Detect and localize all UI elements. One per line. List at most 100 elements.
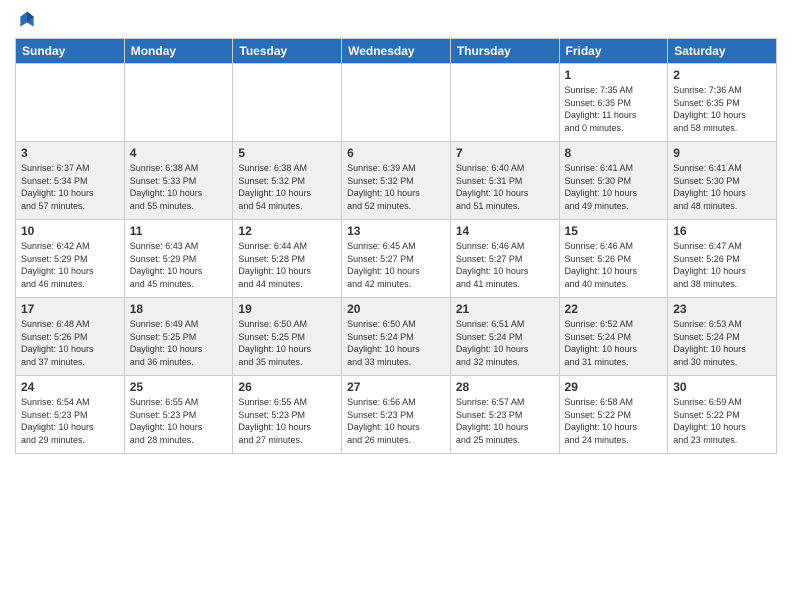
day-info: Sunrise: 6:58 AM Sunset: 5:22 PM Dayligh… xyxy=(565,396,663,446)
day-info: Sunrise: 6:50 AM Sunset: 5:25 PM Dayligh… xyxy=(238,318,336,368)
day-info: Sunrise: 6:41 AM Sunset: 5:30 PM Dayligh… xyxy=(673,162,771,212)
calendar-cell: 30Sunrise: 6:59 AM Sunset: 5:22 PM Dayli… xyxy=(668,376,777,454)
day-number: 28 xyxy=(456,380,554,394)
day-info: Sunrise: 6:39 AM Sunset: 5:32 PM Dayligh… xyxy=(347,162,445,212)
calendar-cell: 7Sunrise: 6:40 AM Sunset: 5:31 PM Daylig… xyxy=(450,142,559,220)
day-info: Sunrise: 6:52 AM Sunset: 5:24 PM Dayligh… xyxy=(565,318,663,368)
day-info: Sunrise: 6:43 AM Sunset: 5:29 PM Dayligh… xyxy=(130,240,228,290)
logo xyxy=(15,10,37,30)
calendar-cell: 14Sunrise: 6:46 AM Sunset: 5:27 PM Dayli… xyxy=(450,220,559,298)
calendar-cell: 26 Sunrise: 6:55 AM Sunset: 5:23 PM Dayli… xyxy=(233,376,342,454)
day-number: 22 xyxy=(565,302,663,316)
calendar-table: SundayMondayTuesdayWednesdayThursdayFrid… xyxy=(15,38,777,454)
calendar-cell: 22 Sunrise: 6:52 AM Sunset: 5:24 PM Dayli… xyxy=(559,298,668,376)
day-number: 15 xyxy=(565,224,663,238)
day-number: 1 xyxy=(565,68,663,82)
day-number: 10 xyxy=(21,224,119,238)
calendar-cell: 23 Sunrise: 6:53 AM Sunset: 5:24 PM Dayli… xyxy=(668,298,777,376)
calendar-cell: 12Sunrise: 6:44 AM Sunset: 5:28 PM Dayli… xyxy=(233,220,342,298)
week-row-2: 10 Sunrise: 6:42 AM Sunset: 5:29 PM Dayli… xyxy=(16,220,777,298)
day-number: 8 xyxy=(565,146,663,160)
day-info: Sunrise: 7:36 AM Sunset: 6:35 PM Dayligh… xyxy=(673,84,771,134)
weekday-thursday: Thursday xyxy=(450,39,559,64)
day-info: Sunrise: 6:51 AM Sunset: 5:24 PM Dayligh… xyxy=(456,318,554,368)
day-info: Sunrise: 6:41 AM Sunset: 5:30 PM Dayligh… xyxy=(565,162,663,212)
day-number: 20 xyxy=(347,302,445,316)
weekday-wednesday: Wednesday xyxy=(342,39,451,64)
day-info: Sunrise: 6:50 AM Sunset: 5:24 PM Dayligh… xyxy=(347,318,445,368)
day-number: 18 xyxy=(130,302,228,316)
day-number: 23 xyxy=(673,302,771,316)
calendar-cell: 21 Sunrise: 6:51 AM Sunset: 5:24 PM Dayli… xyxy=(450,298,559,376)
calendar-cell: 8 Sunrise: 6:41 AM Sunset: 5:30 PM Daylig… xyxy=(559,142,668,220)
day-number: 21 xyxy=(456,302,554,316)
weekday-friday: Friday xyxy=(559,39,668,64)
weekday-sunday: Sunday xyxy=(16,39,125,64)
day-info: Sunrise: 6:56 AM Sunset: 5:23 PM Dayligh… xyxy=(347,396,445,446)
day-number: 6 xyxy=(347,146,445,160)
calendar-cell: 3 Sunrise: 6:37 AM Sunset: 5:34 PM Daylig… xyxy=(16,142,125,220)
calendar-cell: 29 Sunrise: 6:58 AM Sunset: 5:22 PM Dayli… xyxy=(559,376,668,454)
day-info: Sunrise: 7:35 AM Sunset: 6:35 PM Dayligh… xyxy=(565,84,663,134)
week-row-1: 3 Sunrise: 6:37 AM Sunset: 5:34 PM Daylig… xyxy=(16,142,777,220)
day-info: Sunrise: 6:44 AM Sunset: 5:28 PM Dayligh… xyxy=(238,240,336,290)
calendar-cell: 18 Sunrise: 6:49 AM Sunset: 5:25 PM Dayli… xyxy=(124,298,233,376)
day-info: Sunrise: 6:59 AM Sunset: 5:22 PM Dayligh… xyxy=(673,396,771,446)
weekday-tuesday: Tuesday xyxy=(233,39,342,64)
logo-text xyxy=(15,10,37,30)
day-number: 27 xyxy=(347,380,445,394)
day-info: Sunrise: 6:54 AM Sunset: 5:23 PM Dayligh… xyxy=(21,396,119,446)
day-number: 5 xyxy=(238,146,336,160)
logo-icon xyxy=(17,10,37,30)
calendar-cell: 19 Sunrise: 6:50 AM Sunset: 5:25 PM Dayli… xyxy=(233,298,342,376)
calendar-cell: 6 Sunrise: 6:39 AM Sunset: 5:32 PM Daylig… xyxy=(342,142,451,220)
calendar-cell: 5 Sunrise: 6:38 AM Sunset: 5:32 PM Daylig… xyxy=(233,142,342,220)
day-number: 29 xyxy=(565,380,663,394)
day-number: 19 xyxy=(238,302,336,316)
week-row-4: 24Sunrise: 6:54 AM Sunset: 5:23 PM Dayli… xyxy=(16,376,777,454)
weekday-header-row: SundayMondayTuesdayWednesdayThursdayFrid… xyxy=(16,39,777,64)
day-number: 16 xyxy=(673,224,771,238)
header xyxy=(15,10,777,30)
calendar-cell xyxy=(124,64,233,142)
calendar-cell: 27 Sunrise: 6:56 AM Sunset: 5:23 PM Dayli… xyxy=(342,376,451,454)
day-info: Sunrise: 6:55 AM Sunset: 5:23 PM Dayligh… xyxy=(130,396,228,446)
day-info: Sunrise: 6:53 AM Sunset: 5:24 PM Dayligh… xyxy=(673,318,771,368)
day-number: 11 xyxy=(130,224,228,238)
calendar-cell xyxy=(342,64,451,142)
calendar-cell: 9 Sunrise: 6:41 AM Sunset: 5:30 PM Daylig… xyxy=(668,142,777,220)
calendar-cell: 28 Sunrise: 6:57 AM Sunset: 5:23 PM Dayli… xyxy=(450,376,559,454)
day-info: Sunrise: 6:42 AM Sunset: 5:29 PM Dayligh… xyxy=(21,240,119,290)
calendar-cell: 25 Sunrise: 6:55 AM Sunset: 5:23 PM Dayli… xyxy=(124,376,233,454)
page-container: SundayMondayTuesdayWednesdayThursdayFrid… xyxy=(0,0,792,464)
calendar-cell xyxy=(16,64,125,142)
day-info: Sunrise: 6:38 AM Sunset: 5:33 PM Dayligh… xyxy=(130,162,228,212)
day-info: Sunrise: 6:38 AM Sunset: 5:32 PM Dayligh… xyxy=(238,162,336,212)
weekday-saturday: Saturday xyxy=(668,39,777,64)
calendar-cell: 17Sunrise: 6:48 AM Sunset: 5:26 PM Dayli… xyxy=(16,298,125,376)
day-number: 2 xyxy=(673,68,771,82)
day-info: Sunrise: 6:46 AM Sunset: 5:26 PM Dayligh… xyxy=(565,240,663,290)
day-info: Sunrise: 6:47 AM Sunset: 5:26 PM Dayligh… xyxy=(673,240,771,290)
day-number: 26 xyxy=(238,380,336,394)
calendar-cell: 13 Sunrise: 6:45 AM Sunset: 5:27 PM Dayli… xyxy=(342,220,451,298)
calendar-body: 1 Sunrise: 7:35 AM Sunset: 6:35 PM Daylig… xyxy=(16,64,777,454)
day-number: 13 xyxy=(347,224,445,238)
day-number: 14 xyxy=(456,224,554,238)
day-number: 25 xyxy=(130,380,228,394)
week-row-0: 1 Sunrise: 7:35 AM Sunset: 6:35 PM Daylig… xyxy=(16,64,777,142)
calendar-cell: 16 Sunrise: 6:47 AM Sunset: 5:26 PM Dayli… xyxy=(668,220,777,298)
day-info: Sunrise: 6:45 AM Sunset: 5:27 PM Dayligh… xyxy=(347,240,445,290)
day-number: 9 xyxy=(673,146,771,160)
day-number: 7 xyxy=(456,146,554,160)
day-info: Sunrise: 6:57 AM Sunset: 5:23 PM Dayligh… xyxy=(456,396,554,446)
weekday-monday: Monday xyxy=(124,39,233,64)
day-number: 3 xyxy=(21,146,119,160)
week-row-3: 17Sunrise: 6:48 AM Sunset: 5:26 PM Dayli… xyxy=(16,298,777,376)
calendar-cell: 15 Sunrise: 6:46 AM Sunset: 5:26 PM Dayli… xyxy=(559,220,668,298)
calendar-cell: 11 Sunrise: 6:43 AM Sunset: 5:29 PM Dayli… xyxy=(124,220,233,298)
day-info: Sunrise: 6:37 AM Sunset: 5:34 PM Dayligh… xyxy=(21,162,119,212)
calendar-cell: 4Sunrise: 6:38 AM Sunset: 5:33 PM Daylig… xyxy=(124,142,233,220)
day-info: Sunrise: 6:55 AM Sunset: 5:23 PM Dayligh… xyxy=(238,396,336,446)
day-info: Sunrise: 6:49 AM Sunset: 5:25 PM Dayligh… xyxy=(130,318,228,368)
